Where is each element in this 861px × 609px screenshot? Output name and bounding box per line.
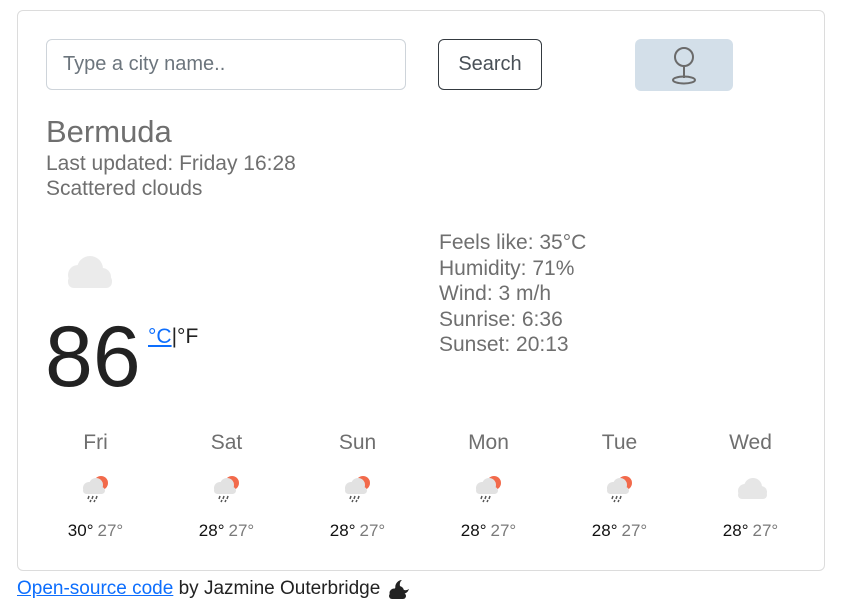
forecast-min: 27° — [228, 521, 255, 540]
forecast-day-name: Fri — [83, 431, 108, 454]
wind: Wind: 3 m/h — [439, 282, 552, 305]
search-button[interactable]: Search — [438, 39, 542, 90]
forecast-day: Fri 30° 27° — [30, 431, 161, 541]
forecast-max: 30° — [67, 521, 94, 540]
forecast-day: Mon 28° 27° — [423, 431, 554, 541]
forecast-max: 28° — [198, 521, 225, 540]
current-location-button[interactable] — [635, 39, 733, 91]
forecast-day-name: Sat — [210, 431, 243, 454]
cloud-icon — [58, 251, 118, 296]
map-pin-icon — [672, 47, 696, 85]
cloud-icon — [685, 465, 816, 511]
forecast-day: Wed 28° 27° — [685, 431, 816, 541]
rain-sun-icon — [292, 465, 423, 511]
forecast-day-name: Tue — [601, 431, 638, 454]
humidity: Humidity: 71% — [439, 256, 575, 280]
forecast-max: 28° — [460, 521, 487, 540]
sunrise: Sunrise: 6:36 — [439, 307, 563, 331]
forecast-max: 28° — [329, 521, 356, 540]
author-credit: by Jazmine Outerbridge — [173, 578, 381, 599]
forecast: Fri 30°27° Sat 28°27° Sun 28°27° Mon — [30, 431, 816, 541]
forecast-min: 27° — [621, 521, 648, 540]
forecast-day-name: Mon — [468, 431, 509, 454]
source-code-link[interactable]: Open-source code — [17, 578, 173, 600]
forecast-min: 27° — [752, 521, 779, 540]
forecast-min: 27° — [490, 521, 517, 540]
forecast-max: 28° — [591, 521, 618, 540]
forecast-day-name: Wed — [729, 431, 772, 454]
weather-description: Scattered clouds — [46, 177, 203, 200]
fahrenheit-link[interactable]: °F — [177, 325, 198, 348]
forecast-day: Sat 28° 27° — [161, 431, 292, 541]
rain-sun-icon — [423, 465, 554, 511]
current-temperature: 86 — [45, 309, 141, 405]
forecast-day: Tue 28° 27° — [554, 431, 685, 541]
forecast-max: 28° — [722, 521, 749, 540]
unit-toggle: °C|°F — [148, 325, 198, 349]
rain-sun-icon — [554, 465, 685, 511]
city-name: Bermuda — [46, 114, 172, 149]
feels-like: Feels like: 35°C — [439, 231, 587, 254]
weather-card: Search Bermuda Last updated: Friday 16:2… — [17, 10, 825, 571]
forecast-min: 27° — [97, 521, 124, 540]
city-search-input[interactable] — [46, 39, 406, 90]
footer: Open-source code by Jazmine Outerbridge — [17, 578, 412, 600]
rain-sun-icon — [30, 465, 161, 511]
forecast-day: Sun 28° 27° — [292, 431, 423, 541]
forecast-day-name: Sun — [338, 431, 377, 454]
celsius-link[interactable]: °C — [148, 325, 172, 348]
moon-cloud-icon — [389, 580, 410, 599]
sunset: Sunset: 20:13 — [439, 333, 569, 356]
last-updated: Last updated: Friday 16:28 — [46, 152, 296, 175]
forecast-min: 27° — [359, 521, 386, 540]
weather-details: Feels like: 35°C Humidity: 71% Wind: 3 m… — [439, 230, 586, 358]
rain-sun-icon — [161, 465, 292, 511]
